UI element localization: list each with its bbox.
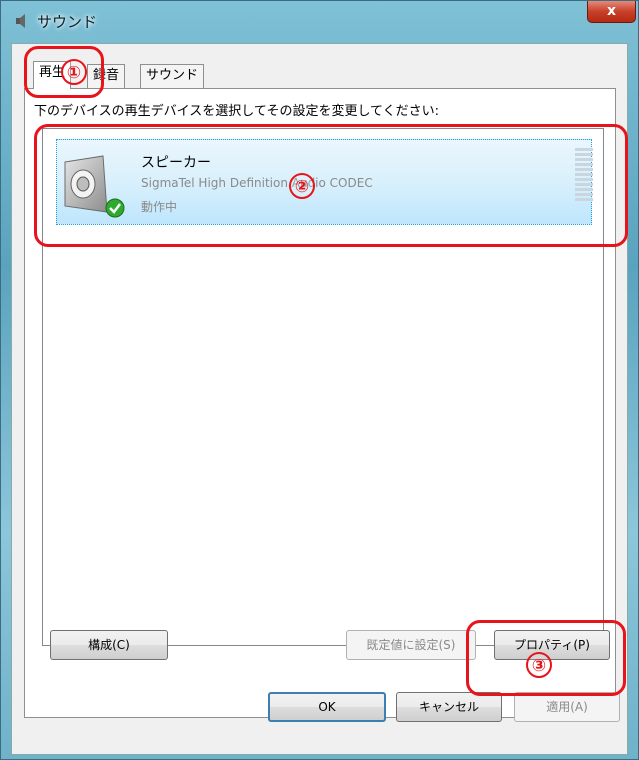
device-status: 動作中: [141, 200, 178, 214]
annotation-marker-1: ①: [61, 59, 87, 85]
properties-button[interactable]: プロパティ(P): [494, 630, 610, 660]
device-list[interactable]: スピーカー SigmaTel High Definition Audio COD…: [42, 128, 604, 646]
tab-recording[interactable]: 録音: [87, 64, 126, 88]
instruction-text: 下のデバイスの再生デバイスを選択してその設定を変更してください:: [34, 104, 440, 119]
apply-button[interactable]: 適用(A): [514, 692, 620, 722]
check-icon: [105, 198, 125, 218]
window-title: サウンド: [37, 13, 98, 31]
device-description: SigmaTel High Definition Audio CODEC: [141, 176, 373, 190]
level-meter: [575, 148, 593, 201]
configure-button[interactable]: 構成(C): [50, 630, 168, 660]
sound-dialog-window: サウンド x 再生 録音 サウンド 下のデバイスの再生デバイスを選択してその設定…: [0, 0, 639, 760]
dialog-client-area: 再生 録音 サウンド 下のデバイスの再生デバイスを選択してその設定を変更してくだ…: [11, 43, 628, 755]
cancel-button[interactable]: キャンセル: [396, 692, 502, 722]
close-button[interactable]: x: [587, 1, 636, 23]
title-bar[interactable]: サウンド x: [1, 1, 638, 43]
device-name: スピーカー: [141, 155, 211, 171]
annotation-marker-2: ②: [289, 173, 315, 199]
speaker-icon: [16, 14, 25, 28]
tab-sounds[interactable]: サウンド: [140, 64, 205, 88]
set-default-button[interactable]: 既定値に設定(S): [346, 630, 476, 660]
ok-button[interactable]: OK: [268, 692, 386, 722]
annotation-marker-3: ③: [526, 652, 552, 678]
device-row-speaker[interactable]: スピーカー SigmaTel High Definition Audio COD…: [56, 139, 593, 225]
